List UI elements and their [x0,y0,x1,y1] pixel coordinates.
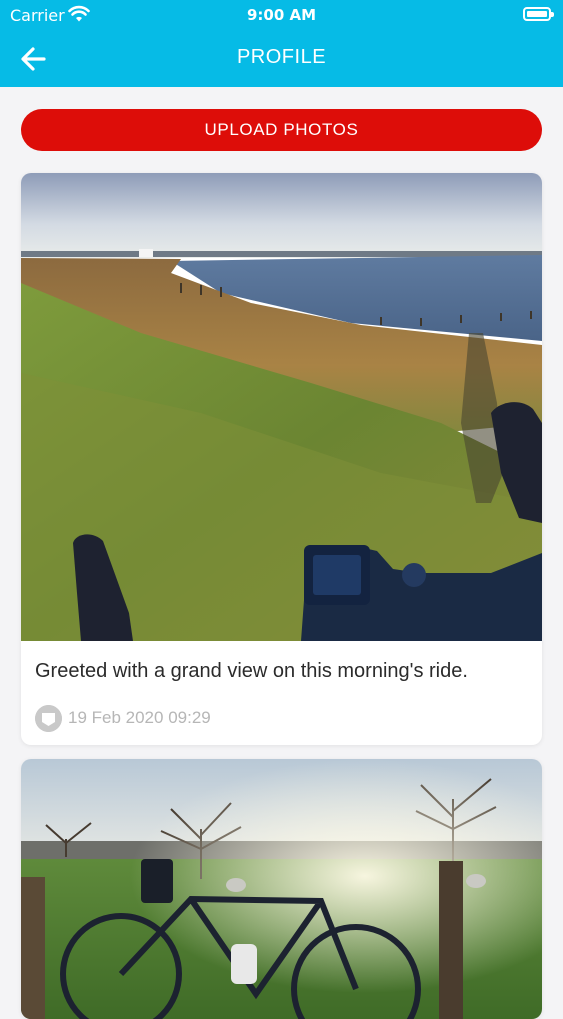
status-time: 9:00 AM [246,6,317,24]
post-photo[interactable] [21,173,542,641]
post-photo[interactable] [21,759,542,1019]
page-title: PROFILE [236,46,327,68]
upload-photos-button[interactable]: UPLOAD PHOTOS [21,109,542,151]
post-date: 19 Feb 2020 09:29 [68,708,211,727]
post-card[interactable]: Greeted with a grand view on this mornin… [21,173,542,745]
nav-bar: PROFILE [0,30,563,87]
avatar [35,705,62,732]
post-caption: Greeted with a grand view on this mornin… [35,660,468,682]
battery-icon [523,7,554,21]
status-bar: Carrier 9:00 AM [0,0,563,30]
post-card[interactable] [21,759,542,1019]
